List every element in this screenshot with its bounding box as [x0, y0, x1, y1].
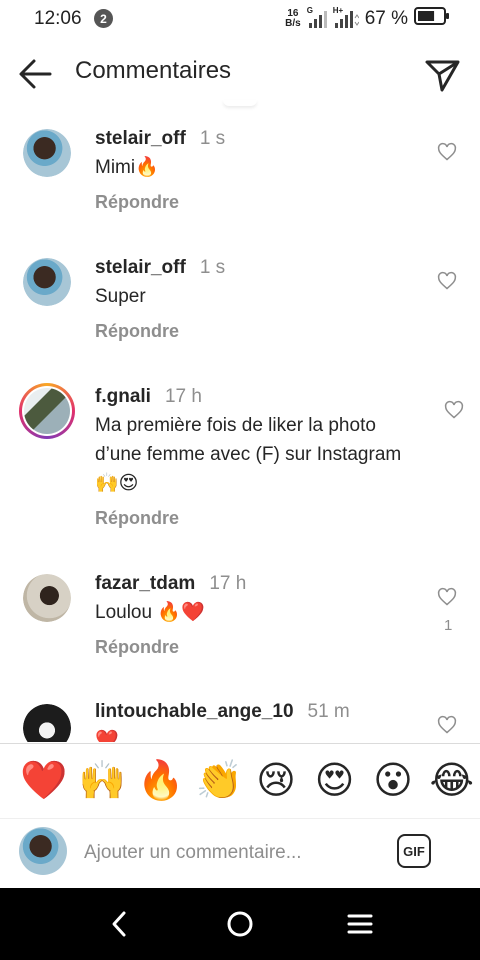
- heart-outline-icon: [444, 400, 464, 419]
- signal-2-icon: H+: [332, 5, 360, 30]
- comment-username[interactable]: stelair_off: [95, 257, 186, 278]
- emoji-reaction-bar: ❤️ 🙌 🔥 👏 😢 😍 😮 😂: [0, 743, 480, 819]
- comment-text: Super: [95, 286, 146, 307]
- notification-count-badge: 2: [94, 9, 113, 28]
- comment-time: 51 m: [307, 701, 350, 722]
- reply-button[interactable]: Répondre: [95, 508, 179, 529]
- avatar-image: [23, 704, 71, 742]
- comment-time: 1 s: [199, 128, 226, 149]
- comment-text: Ma première fois de liker la photo d’une…: [95, 415, 402, 494]
- avatar-ring-inner: [22, 386, 72, 436]
- network-type-g: G: [306, 5, 313, 15]
- current-user-avatar: [19, 827, 67, 875]
- comment-text: ❤️: [95, 730, 119, 742]
- system-nav-bar: [0, 888, 480, 960]
- pull-indicator: [223, 100, 257, 106]
- status-bar: 12:06 2 16 B/s G H+ 67 %: [0, 0, 480, 38]
- emoji-raised-hands-button[interactable]: 🙌: [79, 758, 126, 802]
- nav-home-button[interactable]: [224, 908, 256, 940]
- heart-outline-icon: [437, 587, 457, 606]
- avatar[interactable]: [23, 574, 71, 622]
- nav-back-button[interactable]: [104, 908, 136, 940]
- emoji-crying-button[interactable]: 😢: [254, 758, 298, 802]
- nav-home-icon: [227, 911, 253, 937]
- like-button[interactable]: [437, 715, 457, 735]
- heart-outline-icon: [437, 715, 457, 734]
- comment-username[interactable]: fazar_tdam: [95, 573, 195, 594]
- battery-icon: [414, 6, 450, 31]
- comment-header: lintouchable_ange_10 51 m: [95, 701, 350, 723]
- comment-input-bar: GIF: [0, 818, 480, 888]
- emoji-clap-button[interactable]: 👏: [196, 758, 243, 802]
- gif-button[interactable]: GIF: [397, 834, 431, 868]
- network-speed-unit: B/s: [285, 17, 301, 29]
- arrow-left-icon: [19, 59, 52, 89]
- comment-header: f.gnali 17 h: [95, 386, 202, 408]
- comment-time: 1 s: [199, 257, 226, 278]
- avatar-image: [24, 388, 70, 434]
- battery-percent: 67 %: [364, 7, 408, 29]
- like-button[interactable]: [437, 142, 457, 162]
- network-speed-value: 16: [287, 7, 299, 19]
- comment-username[interactable]: lintouchable_ange_10: [95, 701, 294, 722]
- back-button[interactable]: [16, 54, 56, 94]
- like-button[interactable]: [444, 400, 464, 420]
- network-speed: 16 B/s: [285, 7, 301, 29]
- network-type-h: H+: [332, 5, 344, 15]
- like-button[interactable]: [437, 271, 457, 291]
- comment-header: stelair_off 1 s: [95, 128, 225, 150]
- emoji-fire-button[interactable]: 🔥: [137, 758, 184, 802]
- emoji-laughing-button[interactable]: 😂: [430, 758, 474, 802]
- nav-back-icon: [112, 911, 126, 937]
- nav-menu-icon: [347, 914, 373, 934]
- comment-input[interactable]: [82, 836, 376, 870]
- comment-time: 17 h: [164, 386, 202, 407]
- nav-menu-button[interactable]: [344, 908, 376, 940]
- reply-button[interactable]: Répondre: [95, 192, 179, 213]
- app-bar: Commentaires: [0, 44, 480, 100]
- comment-time: 17 h: [209, 573, 247, 594]
- comment-username[interactable]: stelair_off: [95, 128, 186, 149]
- avatar-story-ring[interactable]: [19, 383, 75, 439]
- status-time: 12:06: [34, 8, 82, 29]
- avatar[interactable]: [23, 258, 71, 306]
- status-right-group: 16 B/s G H+ 67 %: [285, 6, 450, 31]
- signal-1-icon: G: [306, 5, 327, 30]
- heart-outline-icon: [437, 142, 457, 161]
- comment-header: fazar_tdam 17 h: [95, 573, 246, 595]
- comments-list[interactable]: stelair_off 1 s Mimi🔥 Répondre stelair_of…: [0, 110, 480, 742]
- comment-text: Loulou 🔥❤️: [95, 602, 205, 623]
- avatar-image: [23, 129, 71, 177]
- avatar[interactable]: [23, 129, 71, 177]
- avatar-image: [23, 574, 71, 622]
- share-button[interactable]: [422, 54, 462, 94]
- heart-outline-icon: [437, 271, 457, 290]
- reply-button[interactable]: Répondre: [95, 321, 179, 342]
- avatar[interactable]: [23, 704, 71, 742]
- like-count: 1: [444, 617, 453, 634]
- emoji-heart-eyes-button[interactable]: 😍: [313, 758, 357, 802]
- avatar-image: [23, 258, 71, 306]
- paper-plane-icon: [425, 60, 460, 92]
- comment-header: stelair_off 1 s: [95, 257, 225, 279]
- emoji-row: ❤️ 🙌 🔥 👏 😢 😍 😮 😂: [20, 758, 474, 802]
- page-title: Commentaires: [75, 57, 232, 84]
- reply-button[interactable]: Répondre: [95, 637, 179, 658]
- like-button[interactable]: [437, 587, 457, 607]
- emoji-surprised-button[interactable]: 😮: [371, 758, 415, 802]
- emoji-heart-button[interactable]: ❤️: [20, 758, 67, 802]
- comment-username[interactable]: f.gnali: [95, 386, 151, 407]
- comment-text: Mimi🔥: [95, 157, 159, 178]
